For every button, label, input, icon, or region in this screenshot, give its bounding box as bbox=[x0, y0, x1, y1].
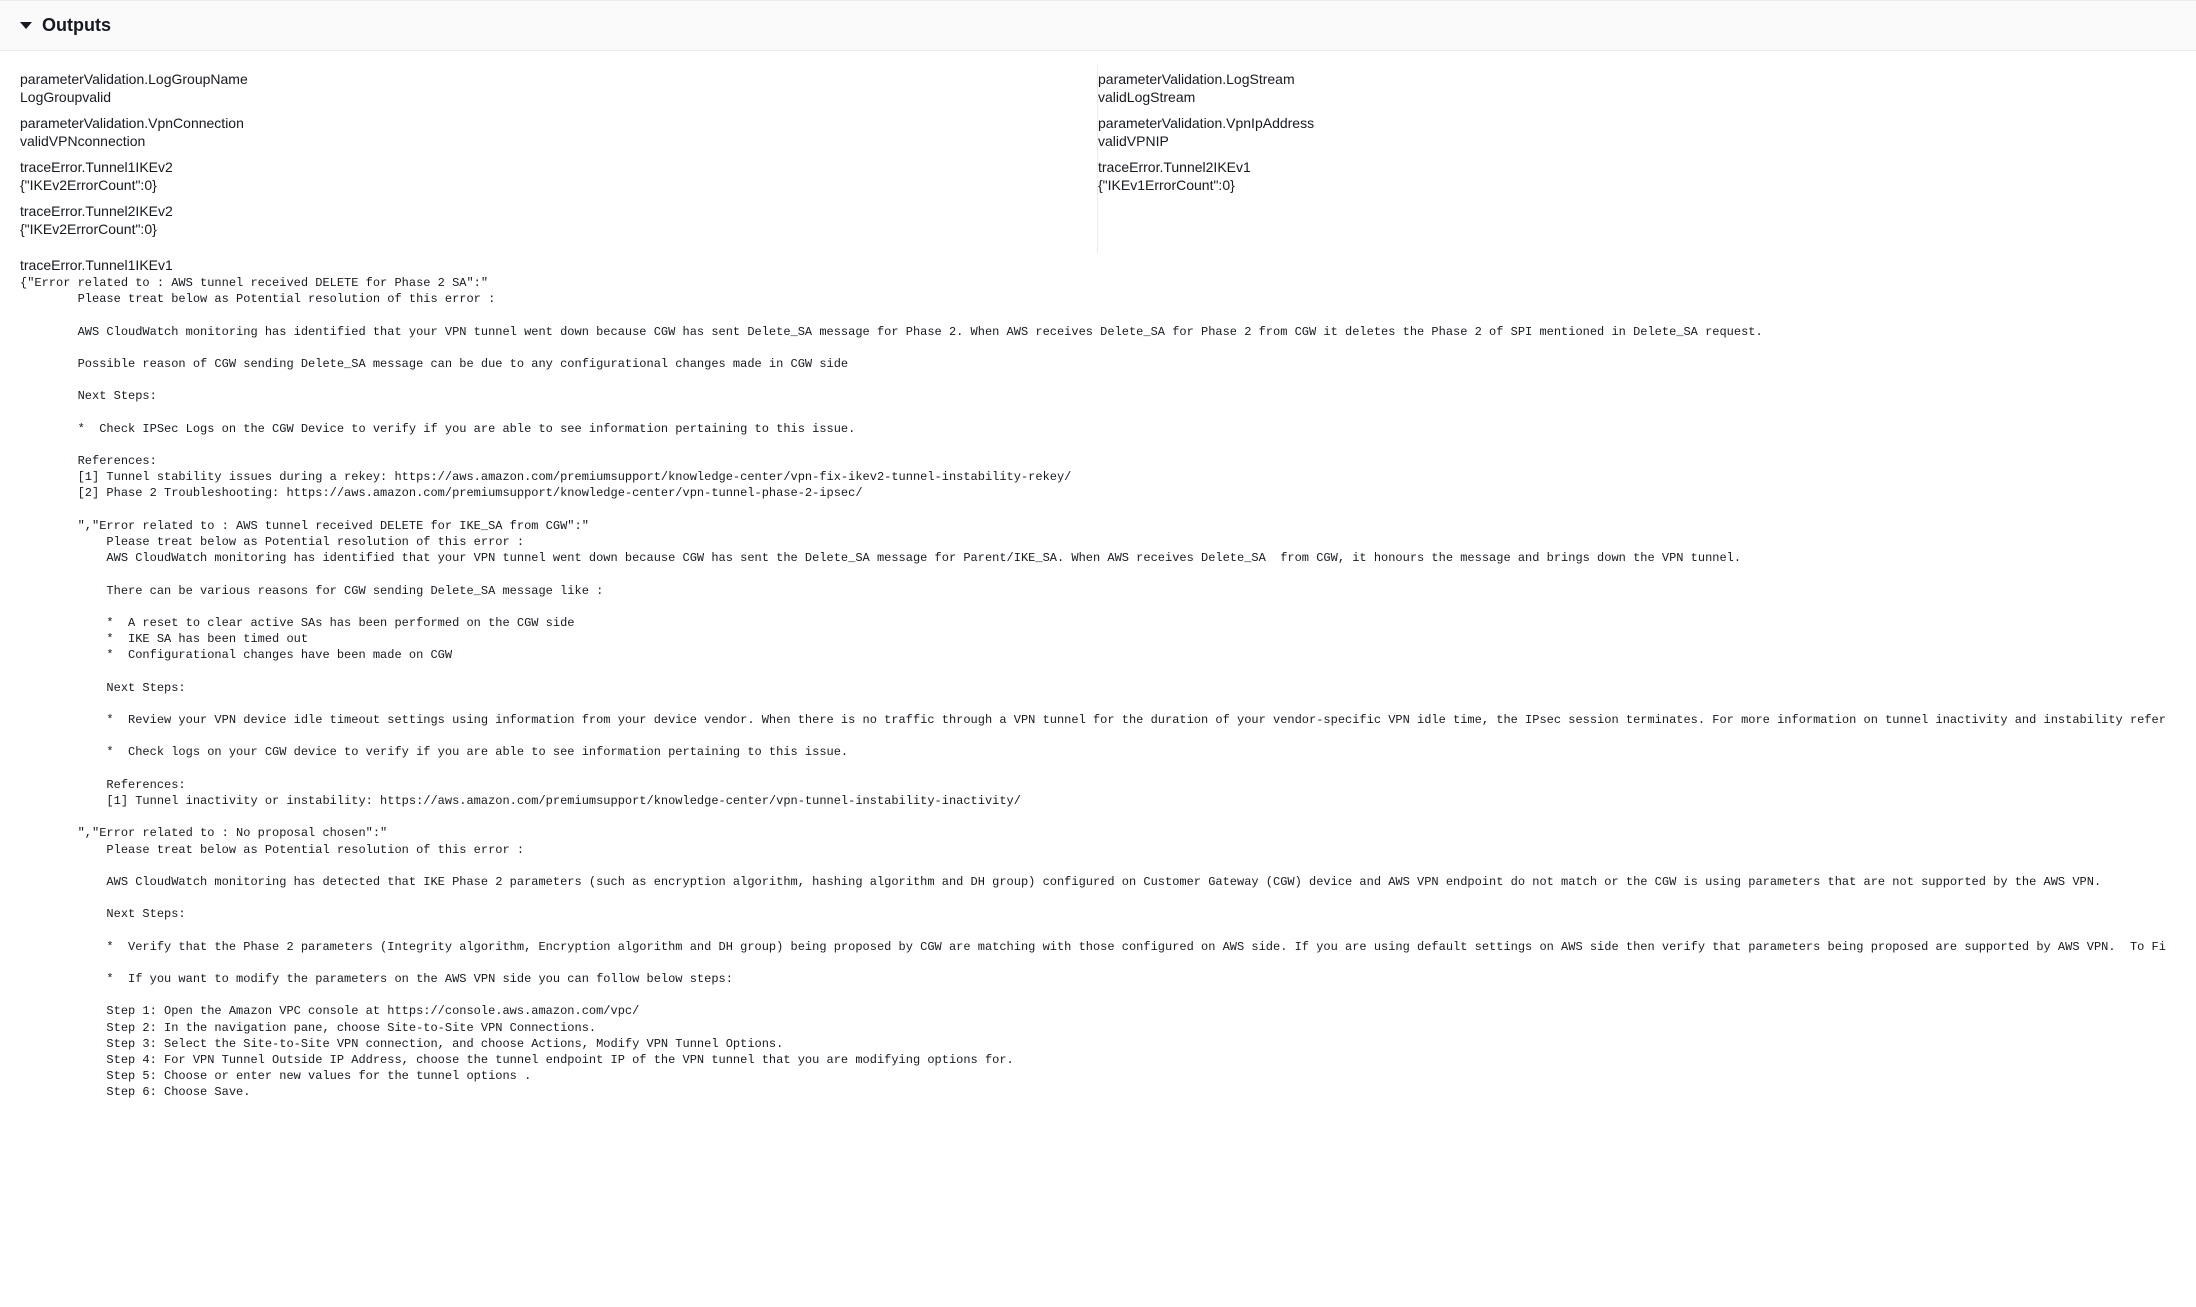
output-key: traceError.Tunnel2IKEv2 bbox=[20, 203, 1057, 219]
output-value: {"IKEv2ErrorCount":0} bbox=[20, 177, 1057, 193]
output-value-trace-error: {"Error related to : AWS tunnel received… bbox=[20, 275, 2166, 1101]
output-value: {"IKEv2ErrorCount":0} bbox=[20, 221, 1057, 237]
output-key: parameterValidation.LogStream bbox=[1098, 71, 2136, 87]
output-key: traceError.Tunnel2IKEv1 bbox=[1098, 159, 2136, 175]
output-key: traceError.Tunnel1IKEv1 bbox=[20, 257, 2166, 273]
outputs-panel-title: Outputs bbox=[42, 15, 111, 36]
output-value: validVPNIP bbox=[1098, 133, 2136, 149]
output-value: {"IKEv1ErrorCount":0} bbox=[1098, 177, 2136, 193]
output-key: parameterValidation.VpnIpAddress bbox=[1098, 115, 2136, 131]
outputs-panel-body: parameterValidation.LogGroupName LogGrou… bbox=[0, 51, 2196, 1307]
output-key: parameterValidation.VpnConnection bbox=[20, 115, 1057, 131]
output-key: traceError.Tunnel1IKEv2 bbox=[20, 159, 1057, 175]
output-value: validVPNconnection bbox=[20, 133, 1057, 149]
output-value: validLogStream bbox=[1098, 89, 2136, 105]
caret-down-icon bbox=[20, 22, 32, 29]
output-value: LogGroupvalid bbox=[20, 89, 1057, 105]
output-key: parameterValidation.LogGroupName bbox=[20, 71, 1057, 87]
outputs-panel-header[interactable]: Outputs bbox=[0, 0, 2196, 51]
